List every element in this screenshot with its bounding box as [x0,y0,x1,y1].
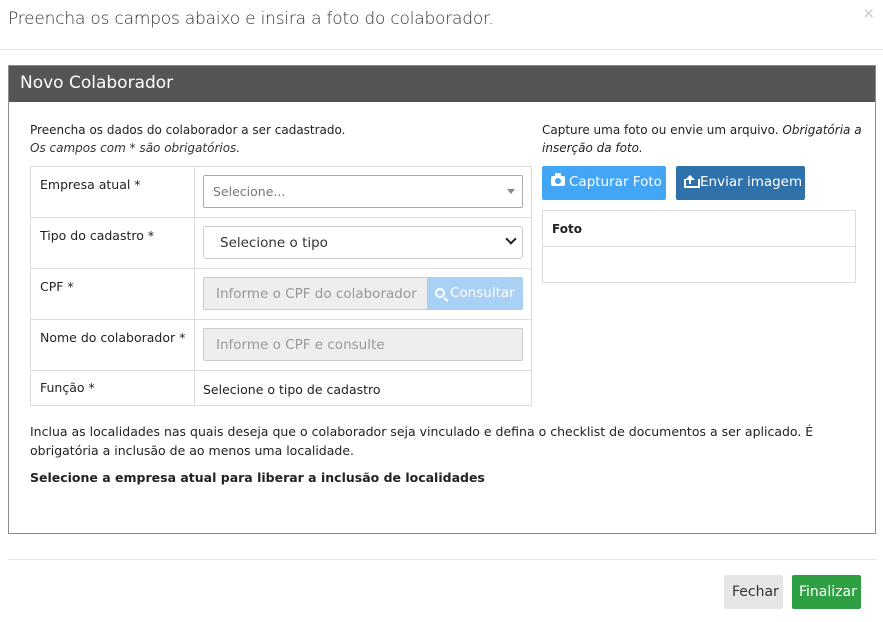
locations-instructions: Inclua as localidades nas quais deseja q… [30,424,814,458]
modal-footer: Fechar Finalizar [8,559,876,622]
new-employee-panel: Novo Colaborador Preencha os dados do co… [8,65,876,534]
tipo-select-value: Selecione o tipo [220,235,328,251]
caret-down-icon [507,189,515,194]
photo-table: Foto [542,210,856,283]
panel-heading: Novo Colaborador [9,66,875,102]
empresa-label: Empresa atual * [30,166,195,218]
cpf-input-group: Informe o CPF do colaborador Consultar [203,277,523,310]
form-intro: Preencha os dados do colaborador a ser c… [30,121,345,157]
empresa-select[interactable]: Selecione... [203,175,523,208]
close-button[interactable]: Fechar [724,575,783,609]
photo-table-cell [542,246,856,283]
capture-photo-label: Capturar Foto [569,174,662,190]
upload-image-label: Enviar imagem [700,174,803,190]
upload-image-button[interactable]: Enviar imagem [676,166,805,200]
nome-label: Nome do colaborador * [30,319,195,371]
cpf-label: CPF * [30,268,195,320]
consultar-button[interactable]: Consultar [427,277,523,310]
camera-icon [551,173,565,186]
chevron-down-icon [505,233,517,245]
photo-intro: Capture uma foto ou envie um arquivo. Ob… [542,121,862,157]
upload-icon [684,175,700,188]
cpf-input[interactable]: Informe o CPF do colaborador [203,277,427,310]
tipo-select[interactable]: Selecione o tipo [203,226,523,259]
locations-notice: Selecione a empresa atual para liberar a… [30,470,485,485]
finish-button[interactable]: Finalizar [792,575,861,609]
empresa-select-placeholder: Selecione... [213,184,286,199]
funcao-label: Função * [30,370,195,406]
modal-header: Preencha os campos abaixo e insira a fot… [0,0,883,50]
employee-form-table: Empresa atual * Selecione... Tipo do cad… [30,166,532,406]
nome-input[interactable]: Informe o CPF e consulte [203,328,523,361]
photo-intro-text: Capture uma foto ou envie um arquivo. [542,123,783,137]
required-fields-note: Os campos com * são obrigatórios. [30,141,241,155]
funcao-value: Selecione o tipo de cadastro [194,370,532,406]
search-icon [435,288,445,298]
tipo-label: Tipo do cadastro * [30,217,195,269]
consultar-label: Consultar [450,285,515,301]
close-icon[interactable]: × [862,4,875,22]
form-intro-text: Preencha os dados do colaborador a ser c… [30,123,346,137]
modal-title: Preencha os campos abaixo e insira a fot… [8,9,494,29]
capture-photo-button[interactable]: Capturar Foto [542,166,666,200]
photo-table-header: Foto [542,210,856,247]
